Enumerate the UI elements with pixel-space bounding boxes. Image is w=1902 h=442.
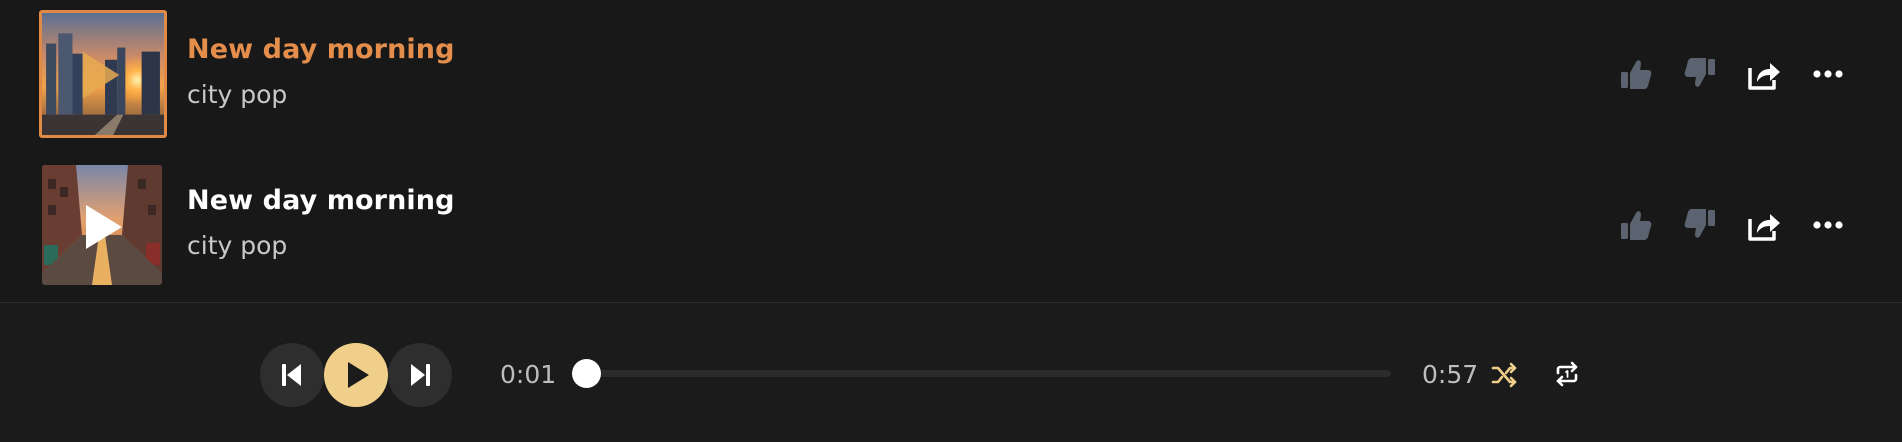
repeat-one-icon: [1556, 361, 1578, 387]
music-app: New day morning city pop New day morning…: [0, 0, 1902, 442]
thumbs-up-icon[interactable]: [1616, 207, 1656, 243]
play-button[interactable]: [324, 343, 388, 407]
play-overlay-icon[interactable]: [42, 165, 162, 285]
track-list: New day morning city pop New day morning…: [0, 0, 1902, 302]
share-icon[interactable]: [1744, 207, 1784, 243]
thumbs-down-icon[interactable]: [1680, 207, 1720, 243]
total-time: 0:57: [1422, 360, 1479, 389]
track-subtitle: city pop: [187, 231, 288, 260]
current-time: 0:01: [500, 360, 557, 389]
play-overlay-icon[interactable]: [42, 13, 164, 135]
player-bar: 0:01 0:57: [0, 302, 1902, 442]
more-icon[interactable]: [1808, 207, 1848, 243]
thumbs-up-icon[interactable]: [1616, 56, 1656, 92]
track-thumbnail[interactable]: [42, 165, 162, 285]
track-title[interactable]: New day morning: [187, 34, 455, 65]
next-button[interactable]: [388, 343, 452, 407]
previous-icon: [282, 364, 301, 386]
track-title[interactable]: New day morning: [187, 185, 455, 216]
track-subtitle: city pop: [187, 80, 288, 109]
more-icon[interactable]: [1808, 56, 1848, 92]
play-icon: [348, 362, 369, 388]
progress-handle[interactable]: [572, 359, 601, 388]
progress-bar[interactable]: [572, 359, 1391, 388]
share-icon[interactable]: [1744, 56, 1784, 92]
shuffle-icon: [1491, 362, 1517, 388]
previous-button[interactable]: [260, 343, 324, 407]
thumbs-down-icon[interactable]: [1680, 56, 1720, 92]
track-row[interactable]: New day morning city pop: [0, 151, 1902, 301]
next-icon: [411, 364, 430, 386]
shuffle-button[interactable]: [1490, 361, 1518, 389]
repeat-button[interactable]: [1553, 360, 1581, 388]
track-thumbnail[interactable]: [39, 10, 167, 138]
track-row[interactable]: New day morning city pop: [0, 0, 1902, 150]
